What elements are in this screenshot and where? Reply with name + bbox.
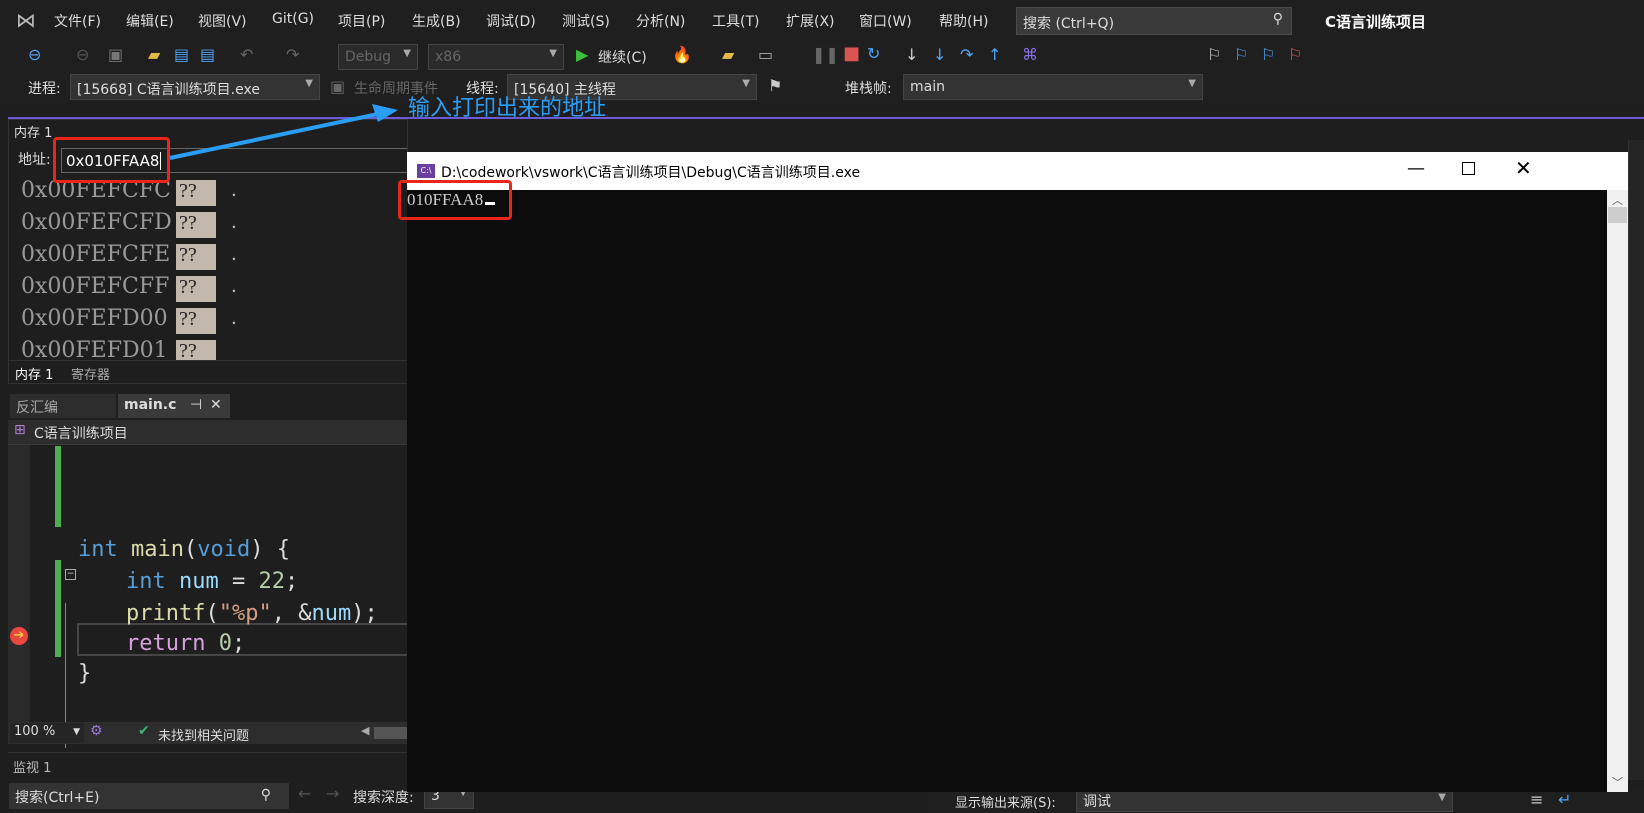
- annotation-arrow: [169, 104, 398, 160]
- arrow-line: [169, 112, 379, 160]
- arrow-head: [372, 104, 398, 122]
- annotation-text: 输入打印出来的地址: [408, 96, 607, 121]
